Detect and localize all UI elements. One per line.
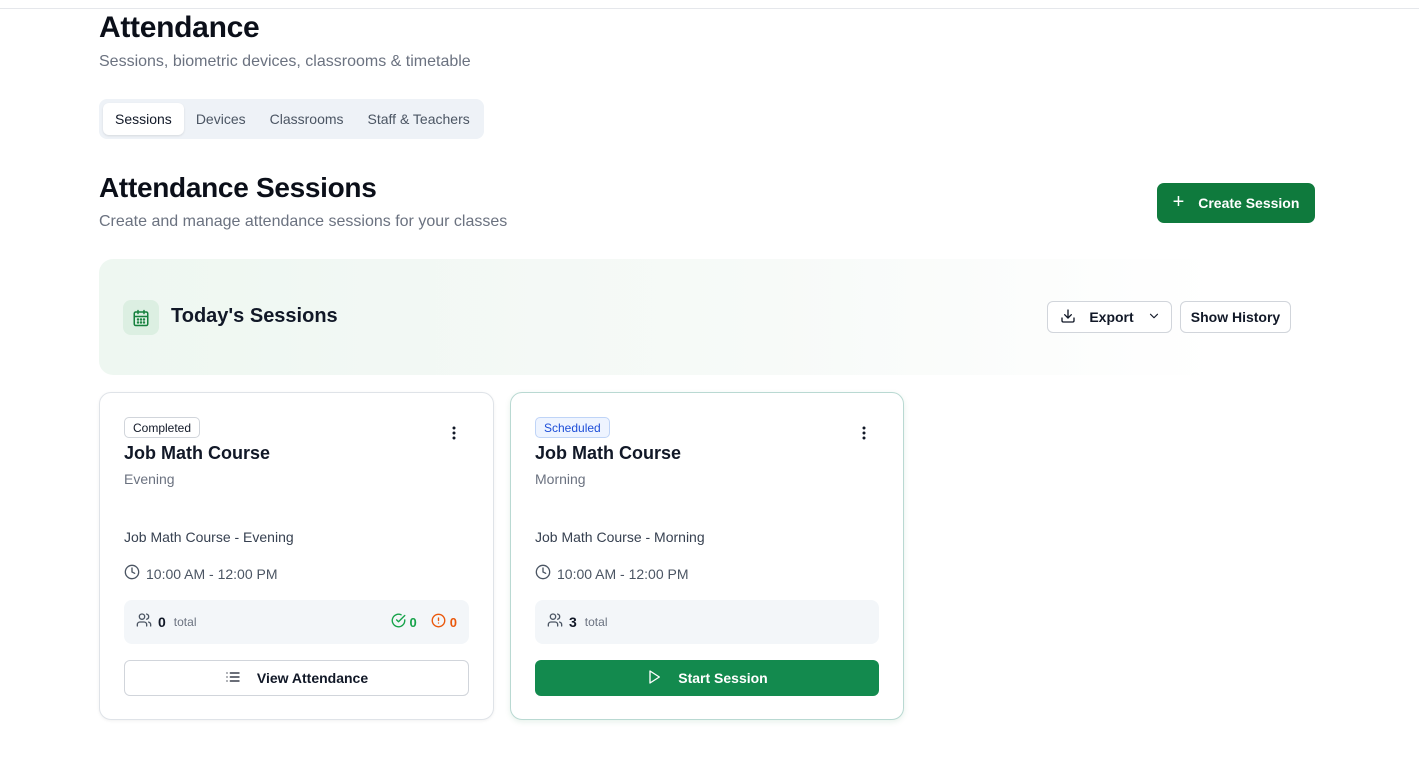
session-card: Completed Job Math Course Evening Job Ma… [99, 392, 494, 720]
status-badge: Scheduled [535, 417, 610, 438]
course-full-name: Job Math Course - Evening [124, 529, 294, 545]
tab-staff-teachers[interactable]: Staff & Teachers [356, 103, 482, 135]
users-icon [547, 612, 563, 633]
more-options-icon[interactable] [445, 423, 463, 443]
section-subtitle: Create and manage attendance sessions fo… [99, 213, 508, 230]
course-shift: Morning [535, 471, 586, 487]
session-time-label: 10:00 AM - 12:00 PM [146, 565, 278, 582]
tab-sessions[interactable]: Sessions [103, 103, 184, 135]
tab-bar: Sessions Devices Classrooms Staff & Teac… [99, 99, 484, 139]
alert-circle-icon [431, 613, 446, 631]
users-icon [136, 612, 152, 633]
late-count: 0 [449, 614, 457, 630]
page-subtitle: Sessions, biometric devices, classrooms … [99, 53, 471, 70]
total-label: total [173, 615, 197, 629]
top-divider [0, 0, 1419, 9]
course-shift: Evening [124, 471, 175, 487]
late-stat: 0 [431, 613, 457, 631]
create-session-label: Create Session [1198, 195, 1300, 211]
tab-devices[interactable]: Devices [184, 103, 258, 135]
calendar-icon [123, 300, 159, 335]
clock-icon [535, 564, 551, 583]
session-card: Scheduled Job Math Course Morning Job Ma… [510, 392, 904, 720]
session-stats: 3 total [535, 600, 879, 644]
present-count: 0 [409, 614, 417, 630]
page-title: Attendance [99, 11, 260, 44]
start-session-button[interactable]: Start Session [535, 660, 879, 696]
export-label: Export [1089, 309, 1134, 325]
status-badge: Completed [124, 417, 201, 438]
total-count: 3 [569, 614, 577, 630]
present-stat: 0 [391, 613, 417, 631]
export-button[interactable]: Export [1047, 301, 1172, 333]
session-time: 10:00 AM - 12:00 PM [124, 564, 278, 583]
total-label: total [584, 615, 608, 629]
list-icon [225, 669, 241, 688]
check-circle-icon [391, 613, 406, 631]
chevron-down-icon [1147, 309, 1161, 326]
play-icon [646, 669, 662, 688]
clock-icon [124, 564, 140, 583]
session-stats: 0 total 0 0 [124, 600, 469, 644]
view-attendance-button[interactable]: View Attendance [124, 660, 469, 696]
show-history-button[interactable]: Show History [1180, 301, 1291, 333]
tab-classrooms[interactable]: Classrooms [258, 103, 356, 135]
create-session-button[interactable]: + Create Session [1157, 183, 1315, 223]
course-name: Job Math Course [124, 443, 271, 463]
more-options-icon[interactable] [855, 423, 873, 443]
course-full-name: Job Math Course - Morning [535, 529, 705, 545]
total-count: 0 [158, 614, 166, 630]
view-attendance-label: View Attendance [256, 670, 369, 686]
section-title: Attendance Sessions [99, 172, 377, 203]
todays-sessions-panel: Today's Sessions Export Show History [99, 259, 1315, 375]
download-icon [1060, 308, 1076, 327]
course-name: Job Math Course [535, 443, 682, 463]
session-time: 10:00 AM - 12:00 PM [535, 564, 689, 583]
plus-icon: + [1172, 191, 1185, 213]
session-time-label: 10:00 AM - 12:00 PM [557, 565, 689, 582]
todays-sessions-title: Today's Sessions [171, 305, 338, 327]
start-session-label: Start Session [678, 670, 768, 686]
